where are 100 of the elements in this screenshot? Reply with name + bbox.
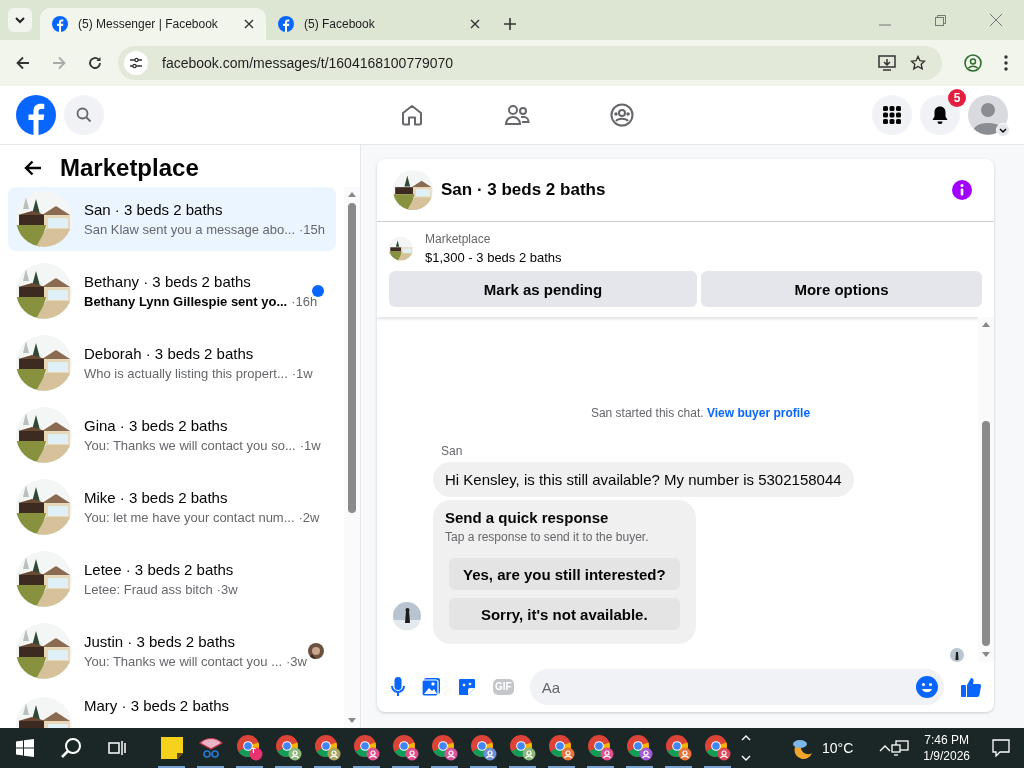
quick-response-button[interactable]: Sorry, it's not available. bbox=[449, 598, 680, 630]
listing-action-button[interactable]: More options bbox=[700, 271, 982, 307]
sticky-notes-icon[interactable] bbox=[160, 737, 183, 759]
site-settings-icon[interactable] bbox=[124, 51, 148, 75]
grid-icon bbox=[882, 105, 902, 125]
chat-title: San · 3 beds 2 baths bbox=[441, 180, 606, 200]
browser-profile-icon[interactable] bbox=[392, 735, 419, 761]
network-icon[interactable] bbox=[891, 740, 910, 756]
facebook-icon bbox=[52, 16, 68, 32]
message-bubble: Hi Kensley, is this still available? My number is 5302158044 bbox=[433, 462, 854, 497]
clock-date[interactable]: 1/9/2026 bbox=[923, 749, 970, 763]
notifications-button[interactable] bbox=[920, 95, 960, 135]
buyer-profile-link[interactable]: View buyer profile bbox=[706, 406, 811, 420]
image-icon[interactable] bbox=[421, 677, 441, 697]
conversation-item[interactable]: Gina · 3 beds 2 baths You: Thanks we will contact you so... ·1w bbox=[8, 403, 336, 467]
clock-time[interactable]: 7:46 PM bbox=[924, 733, 969, 747]
groups-icon[interactable] bbox=[610, 103, 634, 127]
caret-icon[interactable] bbox=[996, 123, 1010, 137]
friends-icon[interactable] bbox=[504, 103, 530, 127]
message-preview: You: Thanks we will contact you so... bbox=[84, 438, 296, 453]
message-preview: You: let me have your contact num... bbox=[84, 510, 295, 525]
message-time: ·2w bbox=[298, 510, 320, 525]
scroll-down-icon[interactable] bbox=[982, 652, 990, 658]
scrollbar[interactable] bbox=[344, 187, 360, 728]
back-icon[interactable] bbox=[24, 160, 42, 176]
new-tab-icon[interactable] bbox=[504, 18, 516, 30]
emoji-icon[interactable] bbox=[916, 676, 938, 698]
weather-icon[interactable] bbox=[790, 737, 814, 759]
quick-response-title: Send a quick response bbox=[445, 509, 610, 526]
home-icon[interactable] bbox=[400, 103, 424, 127]
notification-center-icon[interactable] bbox=[992, 739, 1010, 757]
tab-title: (5) Facebook bbox=[304, 17, 376, 31]
scrollbar[interactable] bbox=[978, 317, 994, 662]
conversation-item[interactable]: San · 3 beds 2 baths San Klaw sent you a message abo... ·15h bbox=[8, 187, 336, 251]
browser-tab[interactable]: (5) Facebook bbox=[266, 8, 492, 40]
conversation-item[interactable]: Bethany · 3 beds 2 baths Bethany Lynn Gillespie sent yo... ·16h bbox=[8, 259, 336, 323]
message-preview: San Klaw sent you a message abo... bbox=[84, 222, 295, 237]
browser-profile-icon[interactable] bbox=[626, 735, 653, 761]
conversation-item[interactable]: Letee · 3 beds 2 baths Letee: Fraud ass bitch ·3w bbox=[8, 547, 336, 611]
scroll-down-icon[interactable] bbox=[348, 718, 356, 724]
conversation-title: Mike · 3 beds 2 baths bbox=[84, 489, 229, 506]
quick-response-button[interactable]: Yes, are you still interested? bbox=[449, 558, 680, 590]
search-icon[interactable] bbox=[60, 737, 82, 759]
browser-profile-icon[interactable] bbox=[314, 735, 341, 761]
quick-response-hint: Tap a response to send it to the buyer. bbox=[445, 530, 650, 544]
browser-profile-icon[interactable] bbox=[470, 735, 497, 761]
reload-icon[interactable] bbox=[88, 56, 102, 70]
browser-tab[interactable]: (5) Messenger | Facebook bbox=[40, 8, 266, 40]
listing-action-button[interactable]: Mark as pending bbox=[389, 271, 697, 307]
scroll-up-icon[interactable] bbox=[348, 191, 356, 197]
chat-start-note: San started this chat. View buyer profile bbox=[590, 406, 811, 420]
browser-profile-icon[interactable] bbox=[509, 735, 536, 761]
sidebar-title: Marketplace bbox=[60, 154, 199, 182]
tab-title: (5) Messenger | Facebook bbox=[78, 17, 219, 31]
profile-icon[interactable] bbox=[964, 54, 982, 72]
weather-temperature[interactable]: 10°C bbox=[822, 740, 854, 756]
menu-button[interactable] bbox=[872, 95, 912, 135]
conversation-item[interactable]: Justin · 3 beds 2 baths You: Thanks we will contact you ... ·3w bbox=[8, 619, 336, 683]
scroll-up-icon[interactable] bbox=[982, 321, 990, 327]
message-input[interactable]: Aa bbox=[529, 669, 944, 705]
restore-icon[interactable] bbox=[935, 15, 946, 26]
conversation-item[interactable]: Mike · 3 beds 2 baths You: let me have your contact num... ·2w bbox=[8, 475, 336, 539]
browser-profile-icon[interactable] bbox=[275, 735, 302, 761]
conversation-title: Gina · 3 beds 2 baths bbox=[84, 417, 229, 434]
task-view-icon[interactable] bbox=[108, 740, 126, 756]
sender-name: San bbox=[441, 444, 464, 458]
microphone-icon[interactable] bbox=[391, 677, 405, 697]
scissors-icon[interactable] bbox=[197, 737, 224, 759]
conversation-item[interactable]: Deborah · 3 beds 2 baths Who is actually listing this propert... ·1w bbox=[8, 331, 336, 395]
facebook-icon bbox=[278, 16, 294, 32]
browser-profile-icon[interactable] bbox=[704, 735, 731, 761]
search-icon bbox=[76, 107, 92, 123]
like-icon[interactable] bbox=[960, 676, 982, 698]
sticker-icon[interactable] bbox=[457, 677, 477, 697]
info-icon[interactable] bbox=[952, 180, 972, 200]
browser-profile-icon[interactable] bbox=[665, 735, 692, 761]
browser-profile-icon[interactable] bbox=[236, 735, 263, 761]
browser-profile-icon[interactable] bbox=[353, 735, 380, 761]
message-preview: You: Thanks we will contact you ... bbox=[84, 654, 282, 669]
overflow-icon[interactable] bbox=[741, 734, 751, 762]
chevron-up-icon[interactable] bbox=[879, 744, 892, 752]
message-preview: Who is actually listing this propert... bbox=[84, 366, 288, 381]
back-icon[interactable] bbox=[16, 56, 30, 70]
close-icon[interactable] bbox=[244, 19, 254, 29]
browser-profile-icon[interactable] bbox=[587, 735, 614, 761]
url-text: facebook.com/messages/t/1604168100779070 bbox=[162, 55, 454, 71]
address-bar[interactable]: facebook.com/messages/t/1604168100779070 bbox=[118, 46, 942, 80]
browser-profile-icon[interactable] bbox=[548, 735, 575, 761]
listing-summary: $1,300 - 3 beds 2 baths bbox=[425, 250, 562, 265]
start-icon[interactable] bbox=[16, 739, 34, 757]
conversation-title: San · 3 beds 2 baths bbox=[84, 201, 224, 218]
facebook-logo-icon[interactable] bbox=[16, 95, 56, 135]
search-button[interactable] bbox=[64, 95, 104, 135]
tab-search-button[interactable] bbox=[8, 8, 32, 32]
browser-profile-icon[interactable] bbox=[431, 735, 458, 761]
install-app-icon[interactable] bbox=[878, 55, 896, 71]
star-icon[interactable] bbox=[910, 55, 926, 71]
close-icon[interactable] bbox=[470, 19, 480, 29]
profile-letter: T bbox=[251, 746, 256, 755]
more-icon[interactable] bbox=[1004, 55, 1008, 71]
